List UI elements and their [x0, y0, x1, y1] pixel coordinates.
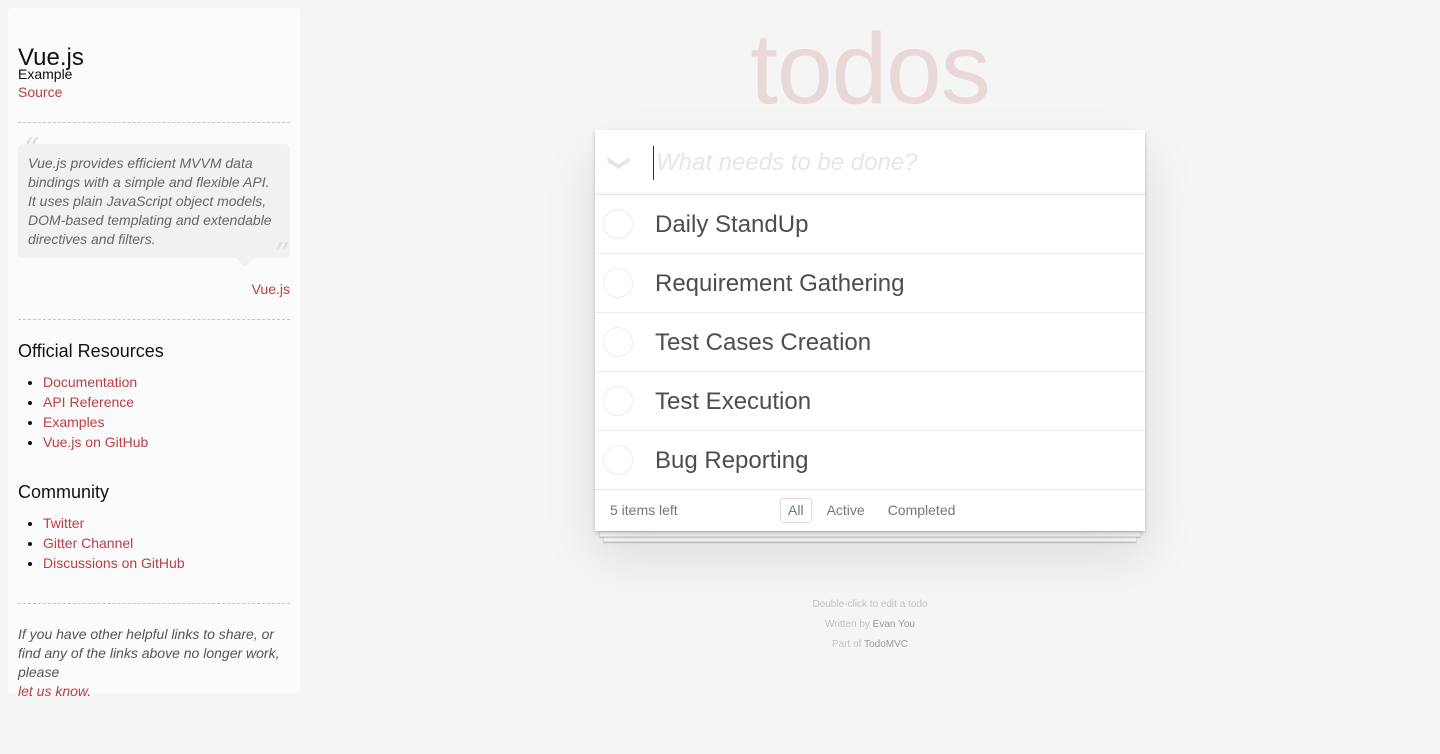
twitter-link[interactable]: Twitter — [43, 515, 84, 531]
list-item: Examples — [43, 412, 148, 432]
todo-item[interactable]: Daily StandUp — [595, 195, 1145, 254]
chevron-down-icon[interactable]: ❯ — [595, 130, 645, 195]
filter-all[interactable]: All — [780, 498, 812, 523]
filter-item: All — [780, 498, 812, 523]
todo-footer: 5 items left All Active Completed — [595, 490, 1145, 531]
todo-toggle-checkbox[interactable] — [603, 445, 633, 475]
resources-heading: Official Resources — [18, 341, 164, 361]
edit-hint: Double-click to edit a todo — [812, 599, 928, 610]
vue-github-link[interactable]: Vue.js on GitHub — [43, 434, 148, 450]
open-quote-icon: “ — [24, 132, 40, 167]
footnote-period: . — [87, 683, 92, 699]
info-footer: Double-click to edit a todo Written by E… — [595, 595, 1145, 655]
documentation-link[interactable]: Documentation — [43, 374, 137, 390]
todo-item[interactable]: Test Execution — [595, 372, 1145, 431]
footnote: If you have other helpful links to share… — [18, 625, 290, 701]
todo-label[interactable]: Bug Reporting — [655, 431, 808, 490]
stack-shadow — [599, 531, 1141, 537]
todo-toggle-checkbox[interactable] — [603, 268, 633, 298]
filter-item: Completed — [880, 498, 964, 523]
written-by-prefix: Written by — [825, 619, 870, 630]
items-left-count: 5 items left — [610, 502, 678, 518]
list-item: Gitter Channel — [43, 533, 185, 553]
todo-header: ❯ — [595, 130, 1145, 195]
api-reference-link[interactable]: API Reference — [43, 394, 134, 410]
divider — [18, 122, 290, 123]
written-by: Written by Evan You — [595, 615, 1145, 635]
todo-item[interactable]: Test Cases Creation — [595, 313, 1145, 372]
part-of: Part of TodoMVC — [595, 635, 1145, 655]
list-item: Discussions on GitHub — [43, 553, 185, 573]
divider — [18, 319, 290, 320]
todo-item[interactable]: Requirement Gathering — [595, 254, 1145, 313]
todo-label[interactable]: Daily StandUp — [655, 195, 808, 254]
quote-text: Vue.js provides efficient MVVM data bind… — [28, 155, 272, 247]
todo-toggle-checkbox[interactable] — [603, 209, 633, 239]
example-label: Example — [18, 66, 73, 82]
list-item: Twitter — [43, 513, 185, 533]
todo-list: Daily StandUp Requirement Gathering Test… — [595, 195, 1145, 490]
quote-source-link[interactable]: Vue.js — [252, 281, 290, 297]
discussions-link[interactable]: Discussions on GitHub — [43, 555, 185, 571]
filter-active[interactable]: Active — [819, 498, 873, 523]
todo-toggle-checkbox[interactable] — [603, 327, 633, 357]
author-link[interactable]: Evan You — [873, 619, 915, 630]
new-todo-input[interactable] — [653, 146, 1123, 180]
list-item: Vue.js on GitHub — [43, 432, 148, 452]
filters: All Active Completed — [780, 498, 970, 523]
todomvc-link[interactable]: TodoMVC — [864, 639, 908, 650]
learn-sidebar: Vue.js Example Source “ Vue.js provides … — [8, 8, 300, 699]
list-item: API Reference — [43, 392, 148, 412]
quote-box: “ Vue.js provides efficient MVVM data bi… — [18, 132, 290, 272]
todo-label[interactable]: Requirement Gathering — [655, 254, 904, 313]
todo-app: ❯ Daily StandUp Requirement Gathering Te… — [595, 130, 1145, 531]
source-link[interactable]: Source — [18, 84, 62, 100]
close-quote-icon: ” — [274, 237, 290, 272]
footnote-text: If you have other helpful links to share… — [18, 626, 280, 680]
filter-item: Active — [819, 498, 873, 523]
list-item: Documentation — [43, 372, 148, 392]
community-list: Twitter Gitter Channel Discussions on Gi… — [18, 513, 185, 573]
examples-link[interactable]: Examples — [43, 414, 104, 430]
divider — [18, 603, 290, 604]
todo-item[interactable]: Bug Reporting — [595, 431, 1145, 490]
resources-list: Documentation API Reference Examples Vue… — [18, 372, 148, 452]
community-heading: Community — [18, 482, 110, 502]
todo-label[interactable]: Test Execution — [655, 372, 811, 431]
let-us-know-link[interactable]: let us know — [18, 683, 87, 699]
toggle-all-glyph: ❯ — [608, 153, 633, 172]
filter-completed[interactable]: Completed — [880, 498, 964, 523]
app-title: todos — [750, 13, 991, 125]
todo-toggle-checkbox[interactable] — [603, 386, 633, 416]
part-of-prefix: Part of — [832, 639, 862, 650]
gitter-link[interactable]: Gitter Channel — [43, 535, 133, 551]
todo-label[interactable]: Test Cases Creation — [655, 313, 871, 372]
